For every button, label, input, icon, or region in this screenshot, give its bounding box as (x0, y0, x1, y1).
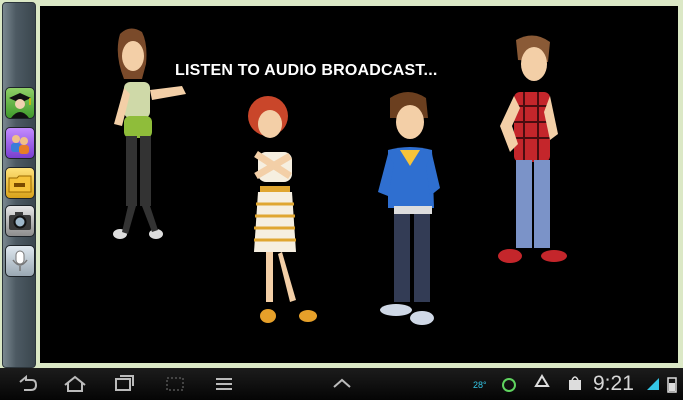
battery-icon (667, 377, 677, 393)
folder-icon (8, 175, 32, 193)
signal-icon (647, 378, 659, 390)
system-navigation-bar (0, 368, 683, 400)
girl-presenter-illustration (113, 28, 186, 239)
up-chevron-icon (333, 378, 351, 388)
back-button[interactable] (14, 368, 38, 400)
camera-icon (9, 212, 31, 230)
users-button[interactable] (5, 127, 35, 159)
screenshot-button[interactable] (163, 368, 187, 400)
blue-sweater-boy-illustration (378, 92, 440, 325)
shopping-bag-icon (569, 376, 581, 390)
graduate-icon (9, 93, 31, 118)
back-icon (19, 374, 38, 391)
screenshot-icon (166, 377, 184, 391)
battery-status (664, 368, 680, 400)
menu-button[interactable] (213, 368, 235, 400)
graduate-button[interactable] (5, 87, 35, 119)
sync-icon (502, 378, 516, 392)
plaid-shirt-boy-illustration (498, 35, 567, 263)
folder-button[interactable] (5, 167, 35, 199)
red-hair-girl-illustration (248, 96, 317, 323)
microphone-icon (12, 250, 28, 271)
users-icon (11, 135, 29, 154)
home-button[interactable] (62, 368, 88, 400)
media-status (564, 368, 586, 400)
recycle-icon (534, 374, 550, 387)
notification-drawer-button[interactable] (330, 368, 354, 400)
camera-button[interactable] (5, 205, 35, 237)
microphone-button[interactable] (5, 245, 35, 277)
menu-icon (216, 378, 232, 390)
recent-apps-icon (115, 375, 134, 391)
sidebar (2, 2, 36, 368)
home-icon (64, 375, 86, 392)
signal-status (644, 368, 664, 400)
status-clock: 9:21 (593, 372, 634, 395)
audio-broadcast-headline: LISTEN TO AUDIO BROADCAST... (175, 62, 438, 79)
temperature-status: 28° (473, 380, 487, 390)
sync-status (498, 368, 520, 400)
broadcast-stage: LISTEN TO AUDIO BROADCAST... (40, 6, 678, 363)
recent-apps-button[interactable] (112, 368, 136, 400)
recycle-status (531, 368, 553, 400)
